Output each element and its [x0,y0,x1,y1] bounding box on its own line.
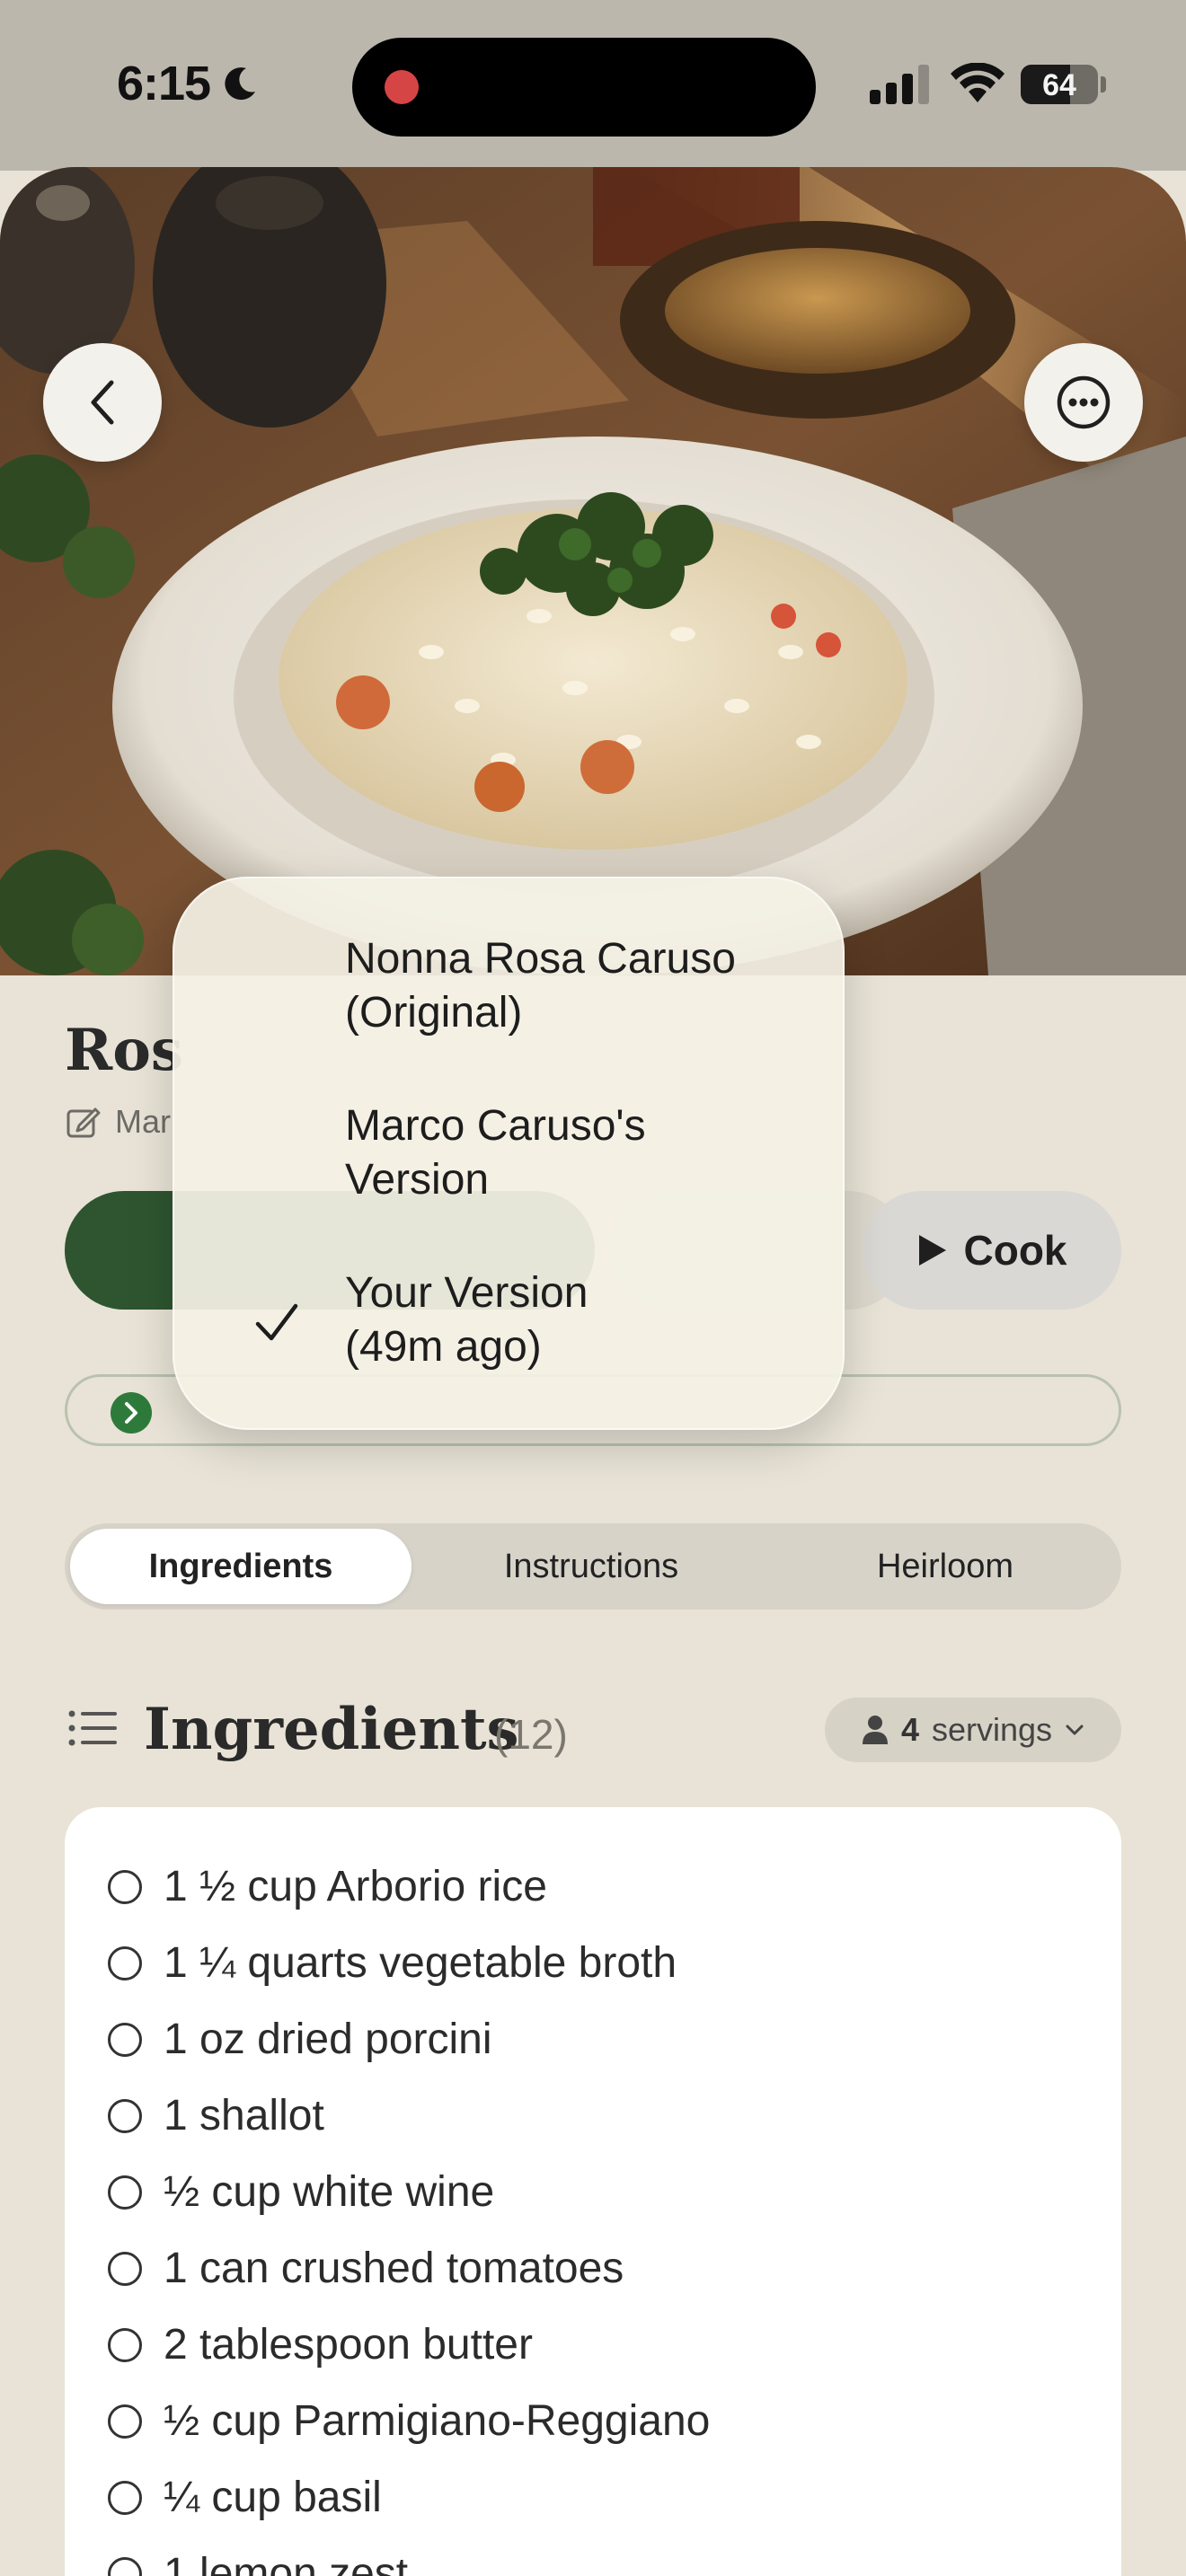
more-options-button[interactable] [1024,343,1143,462]
tab-instructions[interactable]: Instructions [420,1529,762,1604]
version-option-marco[interactable]: Marco Caruso's Version [345,1099,812,1207]
version-option-original[interactable]: Nonna Rosa Caruso (Original) [345,932,812,1040]
servings-selector[interactable]: 4 servings [825,1698,1121,1762]
version-menu: Nonna Rosa Caruso (Original) Marco Carus… [173,877,845,1430]
checkbox-circle-icon[interactable] [108,1869,142,1904]
list-item[interactable]: 1 shallot [108,2078,324,2154]
play-icon [918,1235,946,1266]
version-option-line1: Marco Caruso's [345,1102,646,1150]
ingredient-text: 2 tablespoon butter [164,2321,533,2369]
checkbox-circle-icon[interactable] [108,2556,142,2576]
version-option-line2: (Original) [345,989,523,1037]
ingredient-text: 1 oz dried porcini [164,2016,492,2063]
battery-indicator: 64 [1021,65,1098,104]
checkmark-icon [255,1303,298,1341]
list-item[interactable]: 2 tablespoon butter [108,2307,533,2383]
ingredient-text: 1 can crushed tomatoes [164,2245,624,2292]
ingredients-header: Ingredients (12) 4 servings [65,1689,1121,1769]
recipe-title: Ros [65,1017,183,1084]
ingredient-text: ½ cup Parmigiano-Reggiano [164,2397,711,2445]
ingredient-text: 1 lemon zest [164,2550,409,2576]
checkbox-circle-icon[interactable] [108,2022,142,2057]
author-name: Mar [115,1103,171,1140]
dynamic-island [352,38,816,137]
ellipsis-circle-icon [1057,375,1111,429]
cellular-signal-icon [870,65,929,104]
version-option-line2: (49m ago) [345,1323,542,1371]
ingredient-text: 1 ¼ quarts vegetable broth [164,1939,677,1987]
ingredient-text: 1 ½ cup Arborio rice [164,1863,547,1910]
battery-percent: 64 [1042,68,1076,102]
chevron-down-icon [1066,1725,1084,1735]
cook-button[interactable]: Cook [863,1191,1121,1310]
author-row[interactable]: Mar [65,1099,171,1144]
wifi-icon [951,63,1005,102]
list-icon [68,1710,117,1746]
ingredient-text: 1 shallot [164,2092,324,2139]
ingredient-text: ½ cup white wine [164,2168,495,2216]
checkbox-circle-icon[interactable] [108,2251,142,2286]
ingredients-card: 1 ½ cup Arborio rice 1 ¼ quarts vegetabl… [65,1807,1121,2576]
servings-value: 4 [900,1711,919,1748]
list-item[interactable]: 1 lemon zest [108,2536,408,2576]
list-item[interactable]: 1 ½ cup Arborio rice [108,1848,547,1925]
ingredient-text: ¼ cup basil [164,2474,382,2521]
list-item[interactable]: ½ cup white wine [108,2154,494,2230]
recording-indicator [385,70,419,104]
tab-ingredients[interactable]: Ingredients [70,1529,412,1604]
chevron-right-icon [111,1392,152,1434]
checkbox-circle-icon[interactable] [108,2175,142,2210]
list-item[interactable]: 1 oz dried porcini [108,2001,492,2078]
chevron-left-icon [91,380,114,425]
person-icon [862,1716,888,1744]
list-item[interactable]: 1 ¼ quarts vegetable broth [108,1925,677,2001]
checkbox-circle-icon[interactable] [108,2098,142,2133]
recipe-tabs: Ingredients Instructions Heirloom [65,1523,1121,1610]
moon-icon [225,67,255,101]
tab-heirloom[interactable]: Heirloom [774,1529,1116,1604]
list-item[interactable]: ¼ cup basil [108,2459,382,2536]
list-item[interactable]: 1 can crushed tomatoes [108,2230,624,2307]
status-time: 6:15 [117,57,211,110]
recipe-hero-image [0,167,1186,975]
servings-unit: servings [931,1711,1053,1748]
battery-tip [1101,76,1106,93]
checkbox-circle-icon[interactable] [108,2404,142,2439]
cook-label: Cook [963,1227,1067,1274]
list-item[interactable]: ½ cup Parmigiano-Reggiano [108,2383,710,2459]
status-bar: 6:15 64 [0,0,1186,171]
ingredients-title: Ingredients [144,1696,519,1763]
checkbox-circle-icon[interactable] [108,1945,142,1981]
version-option-yours[interactable]: Your Version (49m ago) [345,1266,812,1374]
back-button[interactable] [43,343,162,462]
checkbox-circle-icon[interactable] [108,2327,142,2362]
version-option-line1: Your Version [345,1269,589,1317]
ingredients-count: (12) [494,1711,568,1758]
version-option-line1: Nonna Rosa Caruso [345,935,736,983]
checkbox-circle-icon[interactable] [108,2480,142,2515]
edit-icon [66,1107,101,1138]
version-option-line2: Version [345,1156,490,1204]
